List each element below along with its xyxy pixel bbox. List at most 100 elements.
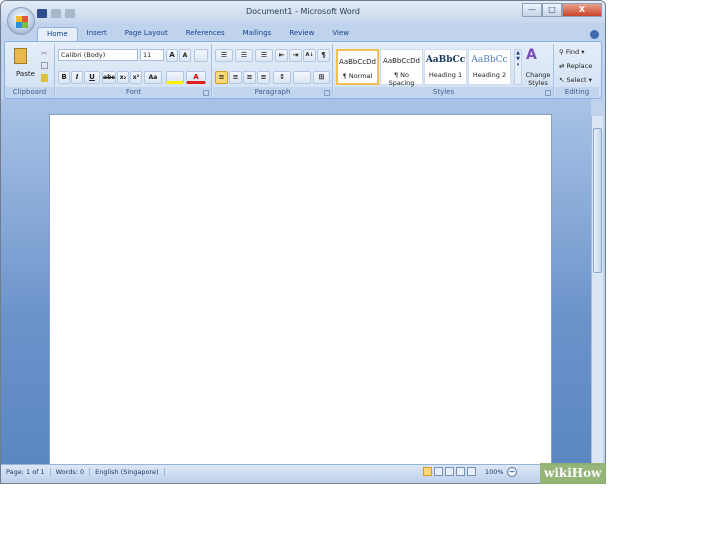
view-buttons <box>423 467 476 476</box>
styles-scroll[interactable]: ▲ ▼ ▾ <box>514 49 522 85</box>
cursor-icon: ↖ <box>559 76 567 84</box>
numbering-button[interactable]: ☰ <box>235 49 253 62</box>
replace-label: Replace <box>566 62 593 70</box>
strikethrough-button[interactable]: abc <box>102 71 116 84</box>
style-preview: AaBbCc <box>471 55 508 65</box>
page-count[interactable]: Page: 1 of 1 <box>1 468 51 476</box>
outline-view-icon[interactable] <box>456 467 465 476</box>
ribbon-tabs: Home Insert Page Layout References Maili… <box>37 27 358 41</box>
tab-home[interactable]: Home <box>37 27 78 41</box>
multilevel-list-button[interactable]: ☰ <box>255 49 273 62</box>
clipboard-group: Paste ✂ Clipboard <box>5 44 55 98</box>
style-preview: AaBbCcDd <box>383 57 420 65</box>
maximize-button[interactable]: □ <box>542 3 562 17</box>
select-button[interactable]: ↖ Select ▾ <box>559 76 592 84</box>
tab-page-layout[interactable]: Page Layout <box>116 27 177 41</box>
style-heading-1[interactable]: AaBbCc Heading 1 <box>424 49 467 85</box>
clear-formatting-button[interactable] <box>194 49 208 62</box>
change-styles-icon: A <box>526 47 537 63</box>
styles-label: Styles <box>334 87 553 98</box>
font-dialog-launcher[interactable] <box>203 90 209 96</box>
scroll-thumb[interactable] <box>593 128 602 273</box>
word-count[interactable]: Words: 0 <box>51 468 91 476</box>
cut-icon[interactable]: ✂ <box>41 49 48 58</box>
style-preview: AaBbCcDd <box>339 58 376 66</box>
align-left-button[interactable]: ≡ <box>215 71 228 84</box>
close-button[interactable]: X <box>562 3 602 17</box>
highlight-button[interactable] <box>166 71 184 84</box>
paste-icon[interactable] <box>14 48 27 64</box>
grow-font-button[interactable]: A <box>166 49 178 62</box>
align-right-button[interactable]: ≡ <box>243 71 256 84</box>
font-name-select[interactable]: Calibri (Body) <box>58 49 138 61</box>
document-page[interactable] <box>49 114 552 466</box>
paragraph-group: ☰ ☰ ☰ ⇤ ⇥ A↓ ¶ ≡ ≡ ≡ ≡ ↕ ⊞ Paragraph <box>213 44 333 98</box>
replace-icon: ⇄ <box>559 62 567 70</box>
font-group: Calibri (Body) 11 A A B I U abc x₂ x² Aa… <box>56 44 212 98</box>
decrease-indent-button[interactable]: ⇤ <box>275 49 288 62</box>
word-window: Document1 - Microsoft Word — □ X Home In… <box>0 0 606 484</box>
paragraph-dialog-launcher[interactable] <box>324 90 330 96</box>
style-preview: AaBbCc <box>425 55 466 65</box>
editing-group: ⚲ Find ▾ ⇄ Replace ↖ Select ▾ Editing <box>555 44 599 98</box>
web-layout-icon[interactable] <box>445 467 454 476</box>
change-styles-button[interactable]: Change Styles <box>524 71 552 87</box>
style-normal[interactable]: AaBbCcDd ¶ Normal <box>336 49 379 85</box>
vertical-scrollbar[interactable] <box>591 116 603 464</box>
shading-button[interactable] <box>293 71 311 84</box>
justify-button[interactable]: ≡ <box>257 71 270 84</box>
font-color-button[interactable]: A <box>186 71 206 84</box>
change-case-button[interactable]: Aa <box>144 71 162 84</box>
find-button[interactable]: ⚲ Find ▾ <box>559 48 585 56</box>
bullets-button[interactable]: ☰ <box>215 49 233 62</box>
editing-label: Editing <box>555 87 599 98</box>
paste-button[interactable]: Paste <box>16 70 35 78</box>
font-size-select[interactable]: 11 <box>140 49 164 61</box>
replace-button[interactable]: ⇄ Replace <box>559 62 592 70</box>
format-painter-icon[interactable] <box>41 74 48 82</box>
borders-button[interactable]: ⊞ <box>313 71 330 84</box>
bold-button[interactable]: B <box>58 71 70 84</box>
tab-view[interactable]: View <box>323 27 358 41</box>
sort-button[interactable]: A↓ <box>303 49 316 62</box>
tab-references[interactable]: References <box>177 27 234 41</box>
paragraph-label: Paragraph <box>213 87 332 98</box>
office-button[interactable] <box>7 7 35 35</box>
document-area <box>1 99 591 466</box>
style-name: ¶ No Spacing <box>388 71 415 87</box>
style-no-spacing[interactable]: AaBbCcDd ¶ No Spacing <box>380 49 423 87</box>
tab-review[interactable]: Review <box>280 27 323 41</box>
draft-view-icon[interactable] <box>467 467 476 476</box>
find-label: Find <box>565 48 580 56</box>
align-center-button[interactable]: ≡ <box>229 71 242 84</box>
minimize-button[interactable]: — <box>522 3 542 17</box>
style-name: Heading 2 <box>472 71 507 79</box>
full-screen-reading-icon[interactable] <box>434 467 443 476</box>
line-spacing-button[interactable]: ↕ <box>273 71 291 84</box>
superscript-button[interactable]: x² <box>130 71 142 84</box>
help-icon[interactable] <box>590 30 599 39</box>
italic-button[interactable]: I <box>71 71 83 84</box>
window-title: Document1 - Microsoft Word <box>245 7 361 16</box>
print-layout-view-icon[interactable] <box>423 467 432 476</box>
zoom-out-button[interactable]: − <box>507 467 517 477</box>
tab-mailings[interactable]: Mailings <box>234 27 281 41</box>
increase-indent-button[interactable]: ⇥ <box>289 49 302 62</box>
subscript-button[interactable]: x₂ <box>117 71 129 84</box>
font-label: Font <box>56 87 211 98</box>
show-formatting-button[interactable]: ¶ <box>317 49 330 62</box>
title-bar: Document1 - Microsoft Word — □ X <box>1 1 605 23</box>
underline-button[interactable]: U <box>84 71 100 84</box>
style-name: Heading 1 <box>428 71 463 79</box>
tab-insert[interactable]: Insert <box>78 27 116 41</box>
styles-group: AaBbCcDd ¶ Normal AaBbCcDd ¶ No Spacing Aa… <box>334 44 554 98</box>
zoom-level[interactable]: 100% <box>485 468 504 476</box>
office-logo-icon <box>16 16 28 28</box>
copy-icon[interactable] <box>41 62 48 69</box>
select-label: Select <box>566 76 587 84</box>
ribbon: Paste ✂ Clipboard Calibri (Body) 11 A A … <box>4 41 602 99</box>
style-heading-2[interactable]: AaBbCc Heading 2 <box>468 49 511 85</box>
shrink-font-button[interactable]: A <box>179 49 191 62</box>
language[interactable]: English (Singapore) <box>90 468 165 476</box>
styles-dialog-launcher[interactable] <box>545 90 551 96</box>
